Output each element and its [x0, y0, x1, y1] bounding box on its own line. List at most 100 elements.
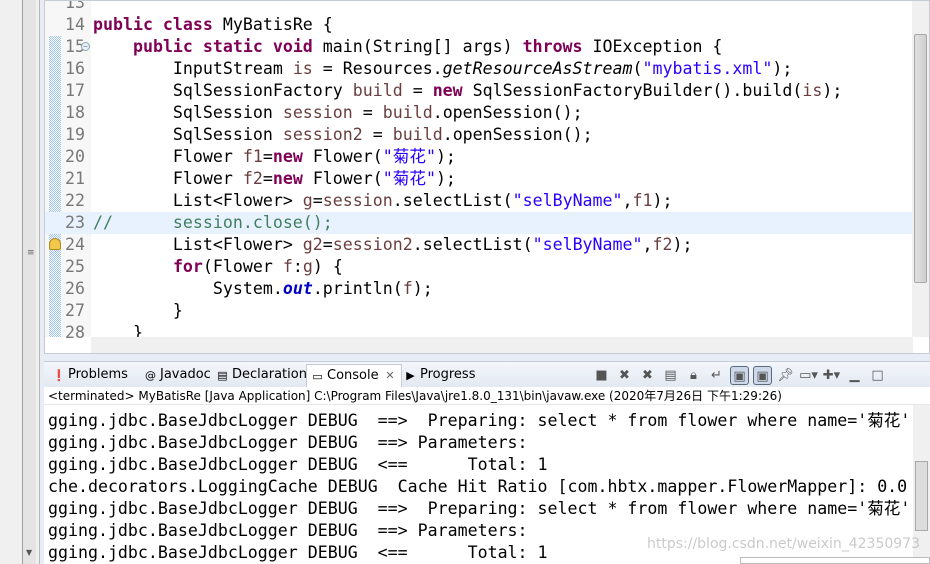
watermark: https://blog.csdn.net/weixin_42350973 [646, 536, 920, 552]
code-token: InputStream [93, 59, 293, 78]
code-token: SqlSession [93, 103, 283, 122]
code-text: List<Flower> g=session.selectList("selBy… [93, 190, 673, 212]
scroll-down-icon[interactable]: ▼ [26, 548, 32, 557]
code-token: List<Flower> [93, 191, 303, 210]
code-token: List<Flower> [93, 235, 303, 254]
code-text: public class MyBatisRe { [93, 14, 333, 36]
warning-marker-icon[interactable] [49, 238, 61, 250]
code-token: ); [652, 191, 673, 210]
code-token: build [352, 81, 403, 100]
code-token: new [272, 169, 303, 188]
code-line[interactable]: 13 [45, 1, 913, 14]
code-token: "菊花" [382, 169, 436, 188]
terminate-icon[interactable]: ■ [592, 366, 611, 385]
line-number: 17 [65, 81, 85, 100]
code-token: SqlSessionFactory [93, 81, 353, 100]
code-line[interactable]: 17 SqlSessionFactory build = new SqlSess… [45, 80, 913, 102]
pin-console-icon[interactable]: 📌︎ [776, 366, 795, 385]
scroll-thumb[interactable] [914, 34, 927, 283]
line-number: 18 [65, 103, 85, 122]
code-line[interactable]: 20 Flower f1=new Flower("菊花"); [45, 146, 913, 168]
remove-launch-icon[interactable]: ✖ [615, 366, 634, 385]
console-status: <terminated> MyBatisRe [Java Application… [44, 387, 930, 405]
code-token: = [362, 125, 393, 144]
display-console-icon[interactable]: ▭▾ [799, 366, 818, 385]
clear-console-icon[interactable]: ▤ [661, 366, 680, 385]
code-token: is [802, 81, 823, 100]
code-token: "菊花" [382, 147, 436, 166]
code-line[interactable]: 14 public class MyBatisRe { [45, 14, 913, 36]
code-line[interactable]: 23 // session.close(); [45, 212, 913, 234]
console-output[interactable]: gging.jdbc.BaseJdbcLogger DEBUG ==> Prep… [44, 405, 930, 564]
minimize-icon[interactable]: ▁ [845, 366, 864, 385]
code-text: for(Flower f:g) { [93, 256, 343, 278]
console-line: gging.jdbc.BaseJdbcLogger DEBUG ==> Para… [48, 433, 538, 452]
show-on-stderr-icon[interactable]: ▣ [753, 365, 772, 385]
scroll-lock-icon[interactable]: 🔒︎ [684, 366, 703, 385]
declaration-icon: ▤ [217, 369, 228, 382]
editor-horizontal-scrollbar[interactable] [91, 337, 913, 353]
tab-javadoc[interactable]: @ Javadoc [140, 364, 211, 388]
left-scrollbar[interactable] [22, 0, 36, 564]
close-icon[interactable]: ✕ [385, 365, 394, 387]
code-token: (Flower [202, 257, 283, 276]
code-token: f2 [652, 235, 673, 254]
code-token: throws [522, 37, 583, 56]
tab-label: Problems [68, 367, 128, 382]
code-editor[interactable]: 13 14 public class MyBatisRe {15− public s… [44, 0, 930, 354]
code-line[interactable]: 25 for(Flower f:g) { [45, 256, 913, 278]
code-token: ( [632, 59, 643, 78]
code-token: Flower [93, 169, 243, 188]
code-token: "selByName" [532, 235, 643, 254]
code-line[interactable]: 26 System.out.println(f); [45, 278, 913, 300]
word-wrap-icon[interactable]: ↵ [707, 366, 726, 385]
code-token: build [392, 125, 443, 144]
bottom-panel-tabs: ❗ Problems @ Javadoc ▤ Declaration ▭ Console ✕ ▶ P… [44, 361, 930, 388]
code-text: public static void main(String[] args) t… [93, 36, 722, 58]
fold-toggle-icon[interactable]: − [81, 42, 90, 51]
code-token: // session.close(); [93, 213, 333, 232]
code-token: MyBatisRe { [212, 15, 333, 34]
console-line: gging.jdbc.BaseJdbcLogger DEBUG ==> Para… [48, 521, 538, 540]
scroll-thumb[interactable] [915, 461, 928, 531]
code-token: , [622, 191, 633, 210]
code-token: main(String[] args) [312, 37, 523, 56]
code-token: SqlSessionFactoryBuilder().build( [462, 81, 803, 100]
tab-console[interactable]: ▭ Console ✕ [306, 364, 402, 388]
code-line[interactable]: 15− public static void main(String[] arg… [45, 36, 913, 58]
tab-problems[interactable]: ❗ Problems [48, 364, 128, 388]
tab-progress[interactable]: ▶ Progress [400, 364, 475, 388]
console-line: gging.jdbc.BaseJdbcLogger DEBUG <== Tota… [48, 543, 548, 562]
code-token: Flower [93, 147, 243, 166]
line-number: 16 [65, 59, 85, 78]
code-token: = [312, 191, 323, 210]
code-line[interactable]: 27 } [45, 300, 913, 322]
code-token: build [382, 103, 433, 122]
remove-all-icon[interactable]: ✖ [638, 366, 657, 385]
code-token: f1 [632, 191, 653, 210]
line-number: 24 [65, 235, 85, 254]
line-number: 20 [65, 147, 85, 166]
line-number: 19 [65, 125, 85, 144]
code-token: = Resources. [312, 59, 443, 78]
code-line[interactable]: 21 Flower f2=new Flower("菊花"); [45, 168, 913, 190]
code-line[interactable]: 24 List<Flower> g2=session2.selectList("… [45, 234, 913, 256]
console-line: gging.jdbc.BaseJdbcLogger DEBUG ==> Prep… [48, 411, 911, 430]
show-on-stdout-icon[interactable]: ▣ [730, 365, 749, 385]
code-line[interactable]: 18 SqlSession session = build.openSessio… [45, 102, 913, 124]
code-token: g [302, 191, 313, 210]
open-console-icon[interactable]: ✚▾ [822, 366, 841, 385]
code-text: Flower f2=new Flower("菊花"); [93, 168, 456, 190]
editor-vertical-scrollbar[interactable] [912, 1, 929, 337]
code-token: IOException { [582, 37, 723, 56]
code-token: SqlSession [93, 125, 283, 144]
maximize-icon[interactable]: □ [868, 366, 887, 385]
tab-declaration[interactable]: ▤ Declaration [212, 364, 307, 388]
code-token: ); [435, 169, 456, 188]
code-line[interactable]: 16 InputStream is = Resources.getResourc… [45, 58, 913, 80]
code-line[interactable]: 22 List<Flower> g=session.selectList("se… [45, 190, 913, 212]
console-line: gging.jdbc.BaseJdbcLogger DEBUG ==> Prep… [48, 499, 911, 518]
code-line[interactable]: 19 SqlSession session2 = build.openSessi… [45, 124, 913, 146]
code-token: = [262, 147, 273, 166]
line-number: 23 [65, 213, 85, 232]
